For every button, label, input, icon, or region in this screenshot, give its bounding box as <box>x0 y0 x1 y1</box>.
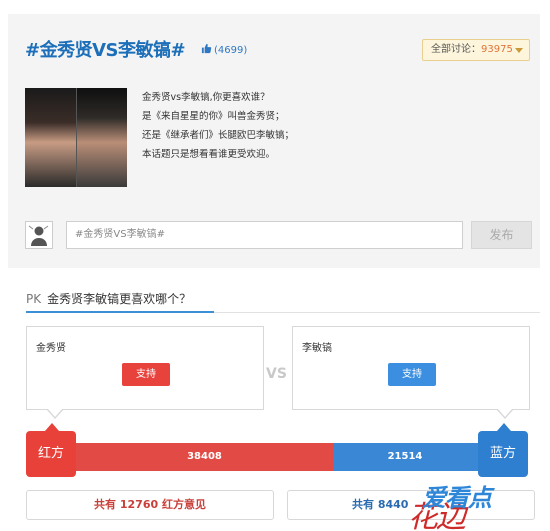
red-side-label: 红方 <box>26 431 76 477</box>
blue-side-label: 蓝方 <box>478 431 528 477</box>
red-opinions-link[interactable]: 共有 12760 红方意见 <box>26 490 274 520</box>
topic-photo <box>25 88 127 187</box>
left-box-pointer <box>46 408 64 419</box>
photo-right <box>76 88 127 187</box>
avatar <box>25 221 53 249</box>
blue-vote-count: 21514 <box>387 451 423 462</box>
topic-card: #金秀贤VS李敏镐# (4699) 全部讨论：93975 金秀贤vs李敏镐,你更… <box>8 14 540 268</box>
vs-label: VS <box>266 366 287 382</box>
thumbs-up-icon <box>201 43 212 54</box>
like-count-value: (4699) <box>214 45 248 56</box>
left-candidate-box: 金秀贤 支持 <box>26 326 264 419</box>
pk-underline <box>26 311 214 313</box>
blue-cap-pointer <box>497 423 511 431</box>
discuss-label: 全部讨论： <box>431 44 481 55</box>
support-left-button[interactable]: 支持 <box>122 363 170 386</box>
topic-description: 金秀贤vs李敏镐,你更喜欢谁？ 是《来自星星的你》叫兽金秀贤； 还是《继承者们》… <box>142 88 294 164</box>
user-avatar-icon <box>26 222 52 248</box>
left-candidate-name: 金秀贤 <box>36 343 66 354</box>
topic-title[interactable]: #金秀贤VS李敏镐# <box>25 36 186 62</box>
right-candidate-name: 李敏镐 <box>302 343 332 354</box>
discuss-count: 93975 <box>481 44 513 55</box>
pk-heading: PK 金秀贤李敏镐更喜欢哪个？ <box>26 290 191 307</box>
watermark-text-b: 爱看点 <box>422 484 492 512</box>
like-count[interactable]: (4699) <box>201 43 247 56</box>
description-line: 本话题只是想看看谁更受欢迎。 <box>142 149 276 160</box>
right-box-pointer <box>496 408 514 419</box>
description-line: 金秀贤vs李敏镐,你更喜欢谁？ <box>142 92 270 103</box>
right-candidate-box: 李敏镐 支持 <box>292 326 530 419</box>
all-discussions-dropdown[interactable]: 全部讨论：93975 <box>422 39 530 61</box>
red-cap-pointer <box>45 423 59 431</box>
pk-question: 金秀贤李敏镐更喜欢哪个？ <box>47 292 192 306</box>
watermark-logo: 花边 爱看点 <box>408 478 548 531</box>
vote-bar: 38408 21514 <box>26 443 527 471</box>
divider <box>214 312 540 313</box>
chevron-down-icon <box>515 48 523 53</box>
support-right-button[interactable]: 支持 <box>388 363 436 386</box>
post-button[interactable]: 发布 <box>471 221 532 249</box>
description-line: 是《来自星星的你》叫兽金秀贤； <box>142 111 285 122</box>
pk-tag: PK <box>26 292 42 306</box>
red-vote-count: 38408 <box>187 451 222 462</box>
description-line: 还是《继承者们》长腿欧巴李敏镐； <box>142 130 295 141</box>
photo-left <box>25 88 76 187</box>
post-input[interactable]: #金秀贤VS李敏镐# <box>66 221 463 249</box>
